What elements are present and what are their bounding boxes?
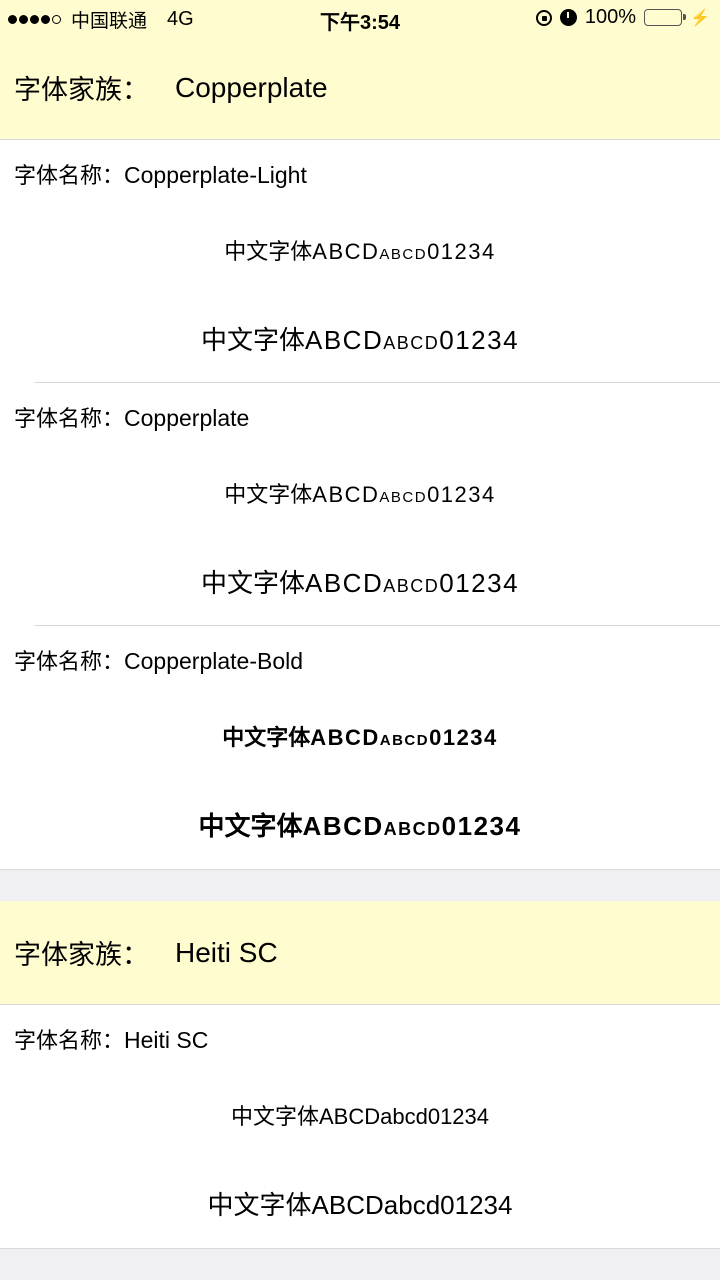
font-name: Copperplate-Bold	[124, 648, 304, 674]
font-sample-large: 中文字体ABCDabcd01234	[0, 563, 720, 600]
family-label: 字体家族：	[14, 75, 149, 106]
font-name-line: 字体名称：Copperplate	[14, 401, 249, 433]
family-header-copperplate: 字体家族： Copperplate	[0, 36, 720, 140]
section-divider	[0, 1248, 720, 1249]
sample-cjk: 中文字体	[200, 569, 305, 599]
family-name: Heiti SC	[175, 936, 278, 968]
battery-percent: 100%	[584, 6, 637, 28]
font-sample-small: 中文字体ABCDabcd01234	[0, 234, 720, 266]
sample-cjk: 中文字体	[200, 326, 305, 356]
font-name: Copperplate	[124, 405, 250, 431]
font-row-heiti-sc[interactable]: 字体名称：Heiti SC 中文字体ABCDabcd01234 中文字体ABCD…	[0, 1005, 720, 1248]
font-name: Heiti SC	[124, 1027, 209, 1053]
family-header-heiti-sc: 字体家族： Heiti SC	[0, 901, 720, 1005]
sample-cjk: 中文字体	[222, 726, 311, 751]
font-name-label: 字体名称：	[14, 407, 125, 432]
orientation-lock-icon	[535, 9, 552, 26]
font-name-label: 字体名称：	[14, 1029, 125, 1054]
font-sample-small: 中文字体ABCDabcd01234	[0, 720, 720, 752]
font-name-line: 字体名称：Heiti SC	[14, 1023, 208, 1055]
section-divider	[0, 869, 720, 870]
font-name-line: 字体名称：Copperplate-Bold	[14, 644, 303, 676]
sample-latin: ABCDabcd01234	[312, 482, 496, 507]
font-row-copperplate-bold[interactable]: 字体名称：Copperplate-Bold 中文字体ABCDabcd01234 …	[0, 626, 720, 869]
battery-icon	[644, 9, 687, 26]
font-name-label: 字体名称：	[14, 650, 125, 675]
font-row-copperplate[interactable]: 字体名称：Copperplate 中文字体ABCDabcd01234 中文字体A…	[0, 383, 720, 626]
font-sample-large: 中文字体ABCDabcd01234	[0, 320, 720, 357]
status-bar: 中国联通 4G 下午3:54 100% ⚡	[0, 0, 720, 36]
sample-latin: ABCDabcd01234	[312, 239, 496, 264]
font-sample-large: 中文字体ABCDabcd01234	[0, 1185, 720, 1222]
sample-latin: ABCDabcd01234	[319, 1104, 490, 1129]
family-label: 字体家族：	[14, 940, 149, 971]
sample-cjk: 中文字体	[230, 1105, 319, 1130]
sample-latin: ABCDabcd01234	[311, 1190, 513, 1220]
font-sample-small: 中文字体ABCDabcd01234	[0, 477, 720, 509]
sample-cjk: 中文字体	[207, 1191, 312, 1221]
font-name-line: 字体名称：Copperplate-Light	[14, 158, 307, 190]
sample-cjk: 中文字体	[198, 812, 303, 842]
sample-latin: ABCDabcd01234	[302, 811, 522, 841]
font-name: Copperplate-Light	[124, 162, 307, 188]
font-row-copperplate-light[interactable]: 字体名称：Copperplate-Light 中文字体ABCDabcd01234…	[0, 140, 720, 383]
family-name: Copperplate	[175, 71, 328, 103]
sample-latin: ABCDabcd01234	[304, 568, 520, 598]
font-sample-small: 中文字体ABCDabcd01234	[0, 1099, 720, 1131]
sample-latin: ABCDabcd01234	[310, 725, 498, 750]
alarm-icon	[559, 9, 577, 26]
status-right: 100% ⚡	[535, 6, 710, 29]
font-sample-large: 中文字体ABCDabcd01234	[0, 806, 720, 843]
sample-latin: ABCDabcd01234	[304, 325, 520, 355]
font-name-label: 字体名称：	[14, 164, 125, 189]
charging-bolt-icon: ⚡	[690, 9, 710, 27]
sample-cjk: 中文字体	[224, 483, 313, 508]
sample-cjk: 中文字体	[224, 240, 313, 265]
